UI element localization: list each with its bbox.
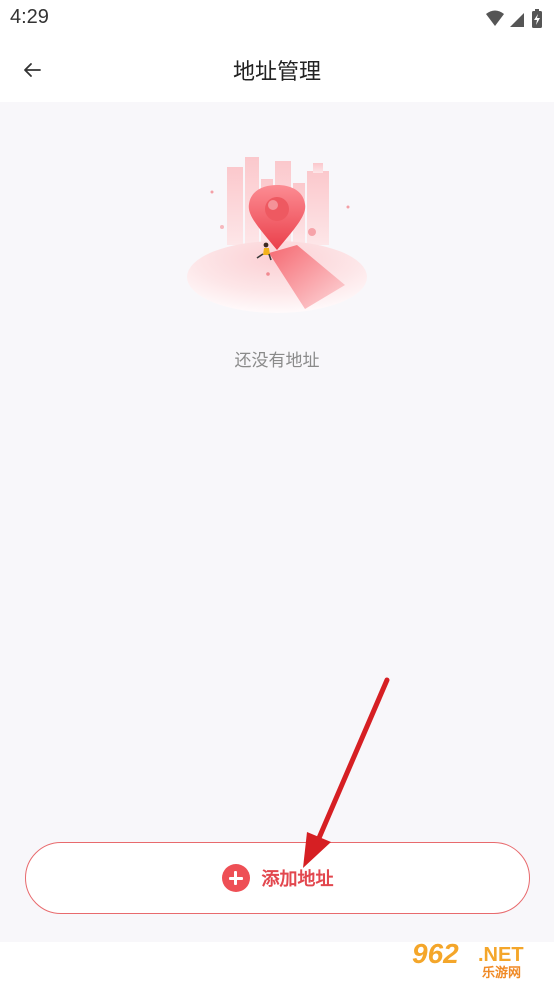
watermark-main: 962 [412,938,459,969]
watermark-sub: 乐游网 [482,966,522,981]
status-time: 4:29 [10,6,49,28]
wifi-icon [486,10,504,26]
watermark-logo: 962 .NET 乐游网 [408,938,548,981]
signal-icon [510,13,524,27]
empty-message: 还没有地址 [234,351,320,371]
header: 地址管理 [0,38,554,102]
status-icons [484,8,546,30]
add-address-button[interactable]: 添加地址 [25,842,530,914]
page-title: 地址管理 [232,60,321,85]
location-pin-illustration [185,157,370,317]
plus-circle-icon [221,864,250,892]
add-address-label: 添加地址 [261,869,334,890]
status-bar: 4:29 [0,0,554,38]
bottom-bar: 962 .NET 乐游网 [0,938,554,984]
address-list-area: 还没有地址 添加地址 [0,102,554,942]
battery-charging-icon [532,9,542,28]
